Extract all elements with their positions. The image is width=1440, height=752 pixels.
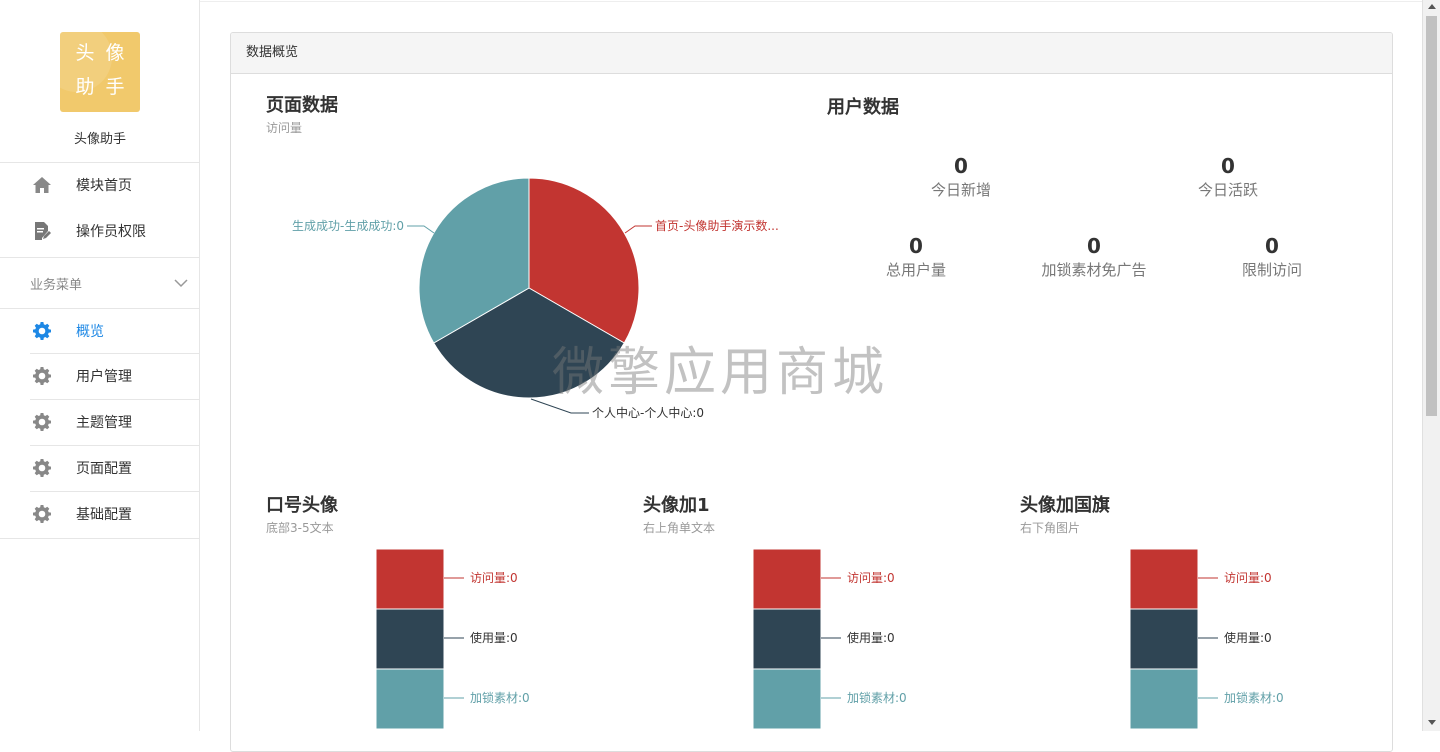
chart-block (752, 608, 822, 670)
pie-slice (433, 287, 625, 399)
block-label: 访问量:0 (847, 571, 895, 585)
chart-block (375, 668, 445, 730)
sidebar-item-label: 主题管理 (76, 415, 132, 431)
charts-canvas: 首页-头像助手演示数... 个人中心-个人中心:0 生成成功-生成成功:0 访问量:0… (292, 177, 1284, 730)
stat-locked-no-ads: 0 加锁素材免广告 (1014, 234, 1174, 282)
sidebar-item-label: 用户管理 (76, 369, 132, 385)
sidebar-item-label: 操作员权限 (76, 224, 146, 240)
leader-line (624, 225, 652, 234)
stat-label: 加锁素材免广告 (1041, 261, 1147, 279)
chart-block (1129, 548, 1199, 610)
panel-title: 数据概览 (231, 33, 1392, 74)
block-label: 访问量:0 (1224, 571, 1272, 585)
home-icon (31, 174, 53, 196)
menu-group-title[interactable]: 业务菜单 (30, 274, 82, 293)
app-logo: 头 像 助 手 (60, 32, 140, 112)
gear-icon (31, 365, 53, 387)
stat-total-users: 0 总用户量 (836, 234, 996, 282)
block-label: 访问量:0 (470, 571, 518, 585)
page-data-subtitle: 访问量 (266, 121, 303, 135)
stat-value: 0 (909, 234, 923, 258)
chart-block (1129, 608, 1199, 670)
scroll-down-arrow-icon[interactable] (1428, 720, 1436, 725)
chart-block (375, 608, 445, 670)
block-label: 使用量:0 (470, 630, 518, 645)
stat-label: 限制访问 (1241, 261, 1302, 279)
pie-slice (418, 177, 530, 344)
divider (30, 399, 200, 400)
sidebar-item-label: 基础配置 (76, 507, 132, 523)
pie-label: 生成成功-生成成功:0 (292, 219, 404, 233)
chart-block (752, 548, 822, 610)
sidebar-item-module-home[interactable]: 模块首页 (0, 162, 200, 208)
app-name: 头像助手 (73, 132, 126, 147)
divider (0, 257, 200, 258)
sidebar-item-basic-config[interactable]: 基础配置 (0, 491, 200, 537)
scrollbar[interactable] (1422, 0, 1440, 731)
block-label: 加锁素材:0 (1224, 690, 1284, 705)
stat-restricted-access: 0 限制访问 (1192, 234, 1352, 282)
divider (30, 445, 200, 446)
block-label: 使用量:0 (847, 630, 895, 645)
overview-panel: 数据概览 页面数据 访问量 用户数据 0 今日新增 0 今日活跃 0 总用户量 … (230, 32, 1393, 752)
chart-block (752, 668, 822, 730)
sidebar-item-overview[interactable]: 概览 (0, 308, 200, 354)
header-line (200, 0, 1422, 2)
leader-line (407, 225, 435, 234)
sidebar-item-label: 概览 (76, 324, 104, 340)
sidebar-item-page-config[interactable]: 页面配置 (0, 445, 200, 491)
pie-label: 个人中心-个人中心:0 (592, 405, 704, 420)
divider (30, 491, 200, 492)
stat-value: 0 (1265, 234, 1279, 258)
sidebar-item-theme-management[interactable]: 主题管理 (0, 399, 200, 445)
divider (30, 353, 200, 354)
gear-icon (31, 503, 53, 525)
logo-char: 像 (105, 42, 125, 64)
divider (0, 538, 200, 539)
logo-char: 助 (75, 76, 95, 98)
gear-icon (31, 320, 53, 342)
sidebar-item-label: 模块首页 (76, 178, 132, 194)
scroll-thumb[interactable] (1426, 16, 1437, 416)
chart-block (375, 548, 445, 610)
logo-char: 头 (75, 42, 95, 64)
stat-value: 0 (1221, 154, 1235, 178)
stat-value: 0 (954, 154, 968, 178)
chart-block (1129, 668, 1199, 730)
block-label: 加锁素材:0 (470, 690, 530, 705)
block-label: 使用量:0 (1224, 630, 1272, 645)
chart-subtitle: 右下角图片 (1020, 521, 1081, 535)
stat-today-active: 0 今日活跃 (1148, 154, 1308, 202)
chart-subtitle: 底部3-5文本 (266, 521, 334, 535)
chart-title: 头像加国旗 (1020, 495, 1110, 516)
page-data-title: 页面数据 (266, 95, 338, 116)
stat-today-new: 0 今日新增 (881, 154, 1041, 202)
chevron-down-icon[interactable] (174, 273, 188, 292)
sidebar-item-label: 页面配置 (76, 461, 132, 477)
pie-slice (528, 177, 640, 344)
stat-label: 总用户量 (885, 261, 946, 279)
logo-char: 手 (105, 76, 125, 98)
chart-subtitle: 右上角单文本 (643, 521, 716, 535)
sidebar-item-user-management[interactable]: 用户管理 (0, 353, 200, 399)
user-data-title: 用户数据 (827, 97, 899, 118)
sidebar-item-operator-permissions[interactable]: 操作员权限 (0, 208, 200, 254)
stat-value: 0 (1087, 234, 1101, 258)
pie-label: 首页-头像助手演示数... (655, 218, 779, 233)
chart-title: 口号头像 (266, 495, 338, 516)
gear-icon (31, 457, 53, 479)
block-label: 加锁素材:0 (847, 690, 907, 705)
document-edit-icon (31, 220, 53, 242)
scroll-up-arrow-icon[interactable] (1428, 4, 1436, 9)
stat-label: 今日活跃 (1197, 181, 1258, 199)
gear-icon (31, 411, 53, 433)
sidebar: 头 像 助 手 头像助手 模块首页 操作员权限 业务菜单 概览用户管理主题管理页… (0, 0, 200, 731)
leader-line (530, 398, 589, 414)
stat-label: 今日新增 (930, 181, 991, 199)
chart-title: 头像加1 (643, 495, 710, 516)
